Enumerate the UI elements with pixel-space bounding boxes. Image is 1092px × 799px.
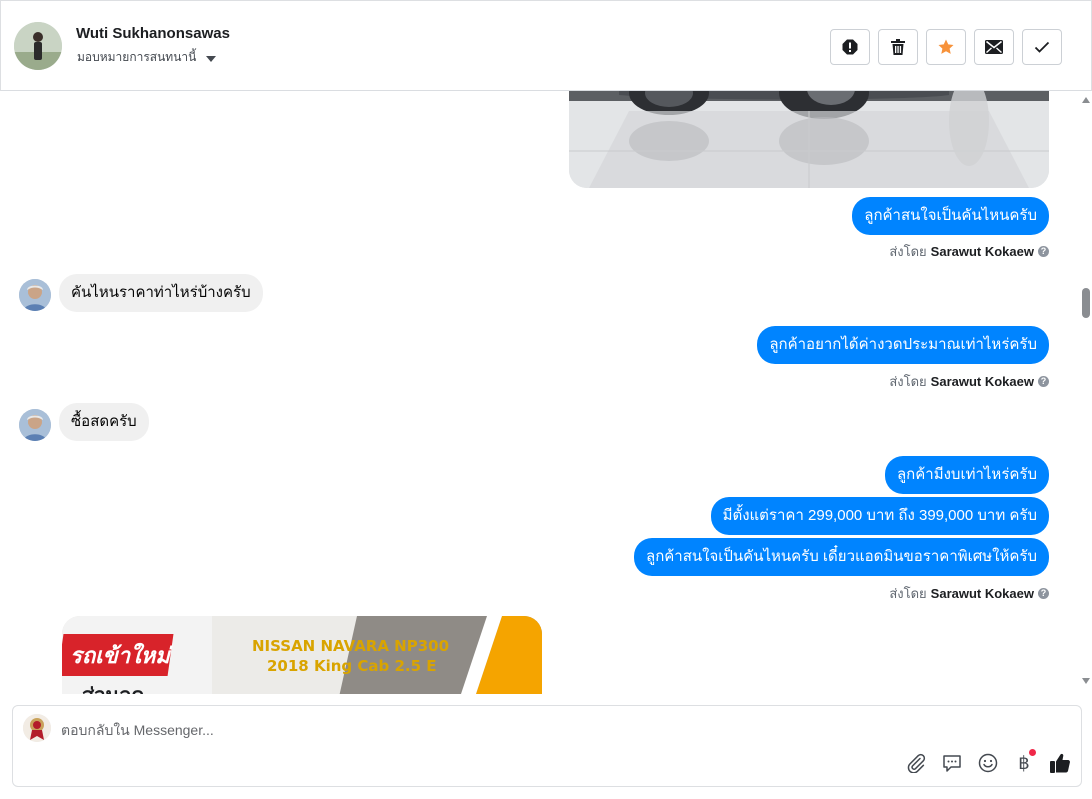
contact-name[interactable]: Wuti Sukhanonsawas [76,25,230,42]
promo-title-line1: NISSAN NAVARA NP300 [252,637,449,655]
sent-by-agent[interactable]: Sarawut Kokaew [931,586,1034,601]
baht-icon: ฿ [1018,752,1030,774]
sent-by-prefix: ส่งโดย [889,586,927,601]
delete-button[interactable] [878,29,918,65]
page-avatar [23,714,51,742]
trash-icon [891,39,905,55]
outgoing-message[interactable]: ลูกค้ามีงบเท่าไหร่ครับ [884,456,1049,494]
like-icon [1050,753,1070,773]
like-button[interactable] [1049,752,1071,774]
sent-by-prefix: ส่งโดย [889,244,927,259]
reply-composer: ฿ [12,705,1082,787]
sent-by-agent[interactable]: Sarawut Kokaew [931,374,1034,389]
sent-by-agent[interactable]: Sarawut Kokaew [931,244,1034,259]
spam-icon [842,39,858,55]
message-thread[interactable]: ลูกค้าสนใจเป็นคันไหนครับ ส่งโดย Sarawut … [0,91,1080,694]
scroll-up-arrow-icon[interactable] [1082,97,1090,103]
star-icon [938,39,954,54]
reply-input[interactable] [61,719,961,741]
help-icon[interactable]: ? [1038,588,1049,599]
conversation-header: Wuti Sukhanonsawas มอบหมายการสนทนานี้ [0,0,1092,91]
check-icon [1034,41,1050,53]
emoji-icon [978,753,998,773]
promo-partial-text: ส่วนลด [82,683,144,694]
star-button[interactable] [926,29,966,65]
chevron-down-icon [206,55,217,62]
scroll-down-arrow-icon[interactable] [1082,678,1090,684]
incoming-message[interactable]: ซื้อสดครับ [59,403,149,441]
sent-by-label: ส่งโดย Sarawut Kokaew ? [889,241,1049,262]
car-photo-attachment[interactable] [569,91,1049,188]
sender-avatar [19,409,51,441]
mark-spam-button[interactable] [830,29,870,65]
scrollbar-thumb[interactable] [1082,288,1090,318]
conversation-actions [830,29,1062,65]
notification-dot [1029,749,1036,756]
assign-conversation-dropdown[interactable]: มอบหมายการสนทนานี้ [77,48,217,67]
outgoing-message[interactable]: มีตั้งแต่ราคา 299,000 บาท ถึง 399,000 บา… [710,497,1049,535]
saved-reply-icon [943,755,961,772]
thread-scrollbar[interactable] [1080,91,1092,694]
incoming-message[interactable]: คันไหนราคาท่าไหร่บ้างครับ [59,274,263,312]
envelope-icon [985,40,1003,54]
saved-replies-button[interactable] [941,752,963,774]
attach-button[interactable] [905,752,927,774]
sent-by-label: ส่งโดย Sarawut Kokaew ? [889,371,1049,392]
help-icon[interactable]: ? [1038,376,1049,387]
sender-avatar [19,279,51,311]
promo-title-line2: 2018 King Cab 2.5 E [267,657,437,675]
composer-toolbar: ฿ [905,749,1071,774]
promo-badge: รถเข้าใหม่ [70,642,173,669]
mark-unread-button[interactable] [974,29,1014,65]
assign-label: มอบหมายการสนทนานี้ [77,50,197,64]
outgoing-message[interactable]: ลูกค้าสนใจเป็นคันไหนครับ เดี๋ยวแอดมินขอร… [634,538,1049,576]
outgoing-message[interactable]: ลูกค้าอยากได้ค่างวดประมาณเท่าไหร่ครับ [757,326,1049,364]
paperclip-icon [907,753,926,773]
contact-avatar[interactable] [14,22,62,70]
payment-button[interactable]: ฿ [1013,749,1036,774]
sent-by-label: ส่งโดย Sarawut Kokaew ? [889,583,1049,604]
outgoing-message[interactable]: ลูกค้าสนใจเป็นคันไหนครับ [852,197,1049,235]
help-icon[interactable]: ? [1038,246,1049,257]
sent-by-prefix: ส่งโดย [889,374,927,389]
emoji-button[interactable] [977,752,999,774]
promo-image-attachment[interactable]: รถเข้าใหม่ ส่วนลด NISSAN NAVARA NP300 20… [62,616,542,694]
mark-done-button[interactable] [1022,29,1062,65]
